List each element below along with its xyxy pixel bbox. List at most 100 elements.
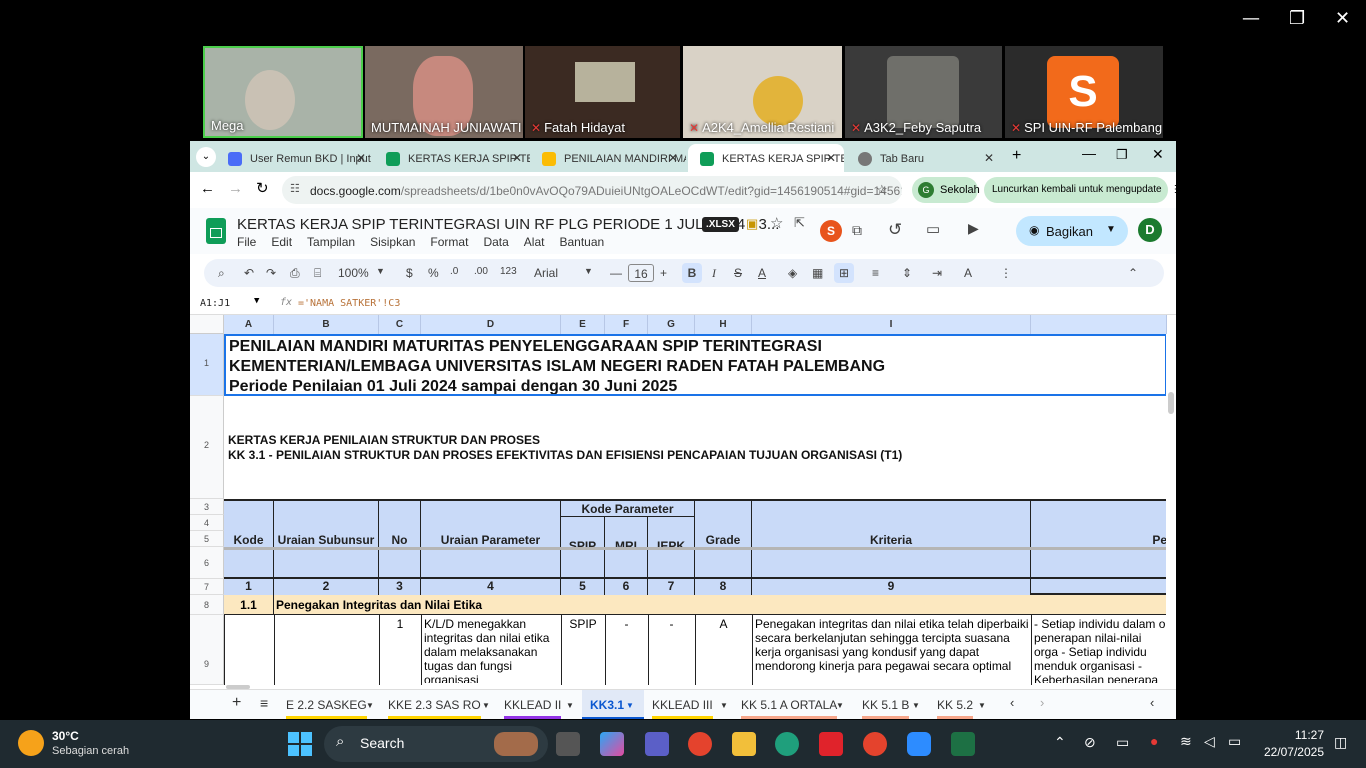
tab-user-remun[interactable]: User Remun BKD | Input ✕ [216, 144, 374, 172]
column-header-a[interactable]: A [224, 315, 274, 334]
chevron-down-icon[interactable]: ▼ [978, 701, 986, 710]
row-grade[interactable]: A [695, 617, 752, 631]
scroll-thumb[interactable] [1168, 392, 1174, 414]
row-header-4[interactable]: 4 [190, 515, 224, 531]
relaunch-button[interactable]: Luncurkan kembali untuk mengupdate ⋮ [984, 177, 1176, 203]
strikethrough-button[interactable]: S [734, 266, 742, 280]
percent-button[interactable]: % [428, 266, 439, 280]
tab-new[interactable]: Tab Baru ✕ [846, 144, 1002, 172]
close-icon[interactable]: ✕ [512, 151, 522, 165]
sheet-tab[interactable]: E 2.2 SASKEG [286, 698, 367, 719]
number-format-button[interactable]: 123 [500, 266, 517, 277]
close-icon[interactable]: ✕ [1152, 146, 1164, 163]
sheet-tab[interactable]: KK 5.2 [937, 698, 974, 719]
tab-search-icon[interactable]: ⌄ [196, 147, 216, 167]
new-tab-button[interactable]: + [1012, 147, 1021, 165]
video-tile-5[interactable]: ✕ A3K2_Feby Saputra [845, 46, 1002, 138]
chevron-down-icon[interactable]: ▼ [836, 701, 844, 710]
drive-shortcut-icon[interactable]: ▣ [746, 216, 758, 232]
wrap-icon[interactable]: ⇥ [932, 266, 942, 280]
weather-icon[interactable] [18, 730, 44, 756]
battery-icon[interactable]: ▭ [1228, 733, 1241, 750]
sheet-tab[interactable]: KKE 2.3 SAS RO [388, 698, 481, 719]
all-sheets-icon[interactable]: ≡ [260, 695, 268, 711]
excel-icon[interactable] [951, 732, 975, 756]
move-icon[interactable]: ⇱ [794, 215, 805, 231]
spreadsheet-grid[interactable]: A B C D E F G H I 1 2 3 4 5 6 7 8 9 PENI… [190, 315, 1176, 685]
section-kode[interactable]: 1.1 [224, 595, 274, 615]
cast-icon[interactable]: ▭ [1116, 734, 1129, 751]
user-avatar[interactable]: D [1138, 218, 1162, 242]
print-icon[interactable]: ⎙ [290, 266, 300, 281]
chrome-icon[interactable] [688, 732, 712, 756]
number-cell[interactable]: 3 [379, 579, 421, 595]
font-size-decrease-button[interactable]: — [610, 266, 622, 280]
scroll-left-icon[interactable]: ‹ [1010, 695, 1014, 710]
row-mri[interactable]: - [605, 617, 648, 631]
restore-button[interactable]: ❐ [1289, 8, 1305, 29]
menu-file[interactable]: File [237, 235, 256, 249]
menu-data[interactable]: Data [483, 235, 508, 249]
row-header-5[interactable]: 5 [190, 531, 224, 547]
minimize-button[interactable]: — [1242, 8, 1260, 29]
close-icon[interactable]: ✕ [984, 151, 994, 165]
chevron-down-icon[interactable]: ▼ [566, 701, 574, 710]
menu-edit[interactable]: Edit [271, 235, 292, 249]
weather-temp[interactable]: 30°C [52, 729, 79, 743]
scroll-right-icon[interactable]: › [1040, 695, 1044, 710]
file-explorer-icon[interactable] [732, 732, 756, 756]
back-icon[interactable]: ← [200, 180, 215, 197]
close-button[interactable]: ✕ [1335, 8, 1350, 29]
search-icon[interactable]: ⌕ [218, 266, 225, 281]
italic-button[interactable]: I [712, 266, 716, 281]
formula-input[interactable]: ='NAMA SATKER'!C3 [298, 298, 400, 309]
align-icon[interactable]: ≡ [872, 266, 879, 280]
collaborator-avatar[interactable]: S [820, 220, 842, 242]
row-header-1[interactable]: 1 [190, 334, 224, 396]
copilot-icon[interactable] [600, 732, 624, 756]
header-no[interactable]: No [379, 501, 421, 577]
chevron-down-icon[interactable]: ▼ [720, 701, 728, 710]
meet-present-icon[interactable]: ⧉ [852, 222, 862, 239]
font-chevron-icon[interactable]: ▼ [584, 266, 593, 276]
url-input[interactable]: ☷ docs.google.com/spreadsheets/d/1be0n0v… [282, 176, 902, 204]
network-icon[interactable]: ⊘ [1084, 734, 1096, 751]
font-size-input[interactable]: 16 [628, 264, 654, 282]
name-box[interactable]: A1:J1 [200, 298, 230, 309]
name-box-chevron-icon[interactable]: ▼ [254, 296, 259, 306]
close-icon[interactable]: ✕ [826, 151, 836, 165]
chevron-down-icon[interactable]: ▼ [482, 701, 490, 710]
chevron-down-icon[interactable]: ▼ [366, 701, 374, 710]
decrease-decimal-button[interactable]: .0 [450, 266, 458, 277]
bold-button[interactable]: B [682, 263, 702, 283]
fill-color-icon[interactable]: ◈ [788, 266, 797, 280]
merge-cells-icon[interactable]: ⊞ [834, 263, 854, 283]
text-color-button[interactable]: A [758, 266, 766, 280]
zoom-icon[interactable] [907, 732, 931, 756]
tray-chevron-icon[interactable]: ⌃ [1054, 734, 1066, 751]
redo-icon[interactable]: ↷ [266, 266, 276, 280]
column-header-j[interactable] [1031, 315, 1167, 334]
start-windows-icon[interactable] [288, 732, 312, 756]
row-header-9[interactable]: 9 [190, 615, 224, 685]
frozen-row-divider[interactable] [224, 547, 1167, 550]
wps-icon[interactable] [819, 732, 843, 756]
edge-icon[interactable] [775, 732, 799, 756]
profile-button[interactable]: G Sekolah [912, 177, 980, 203]
tab-kertas-kerja-active[interactable]: KERTAS KERJA SPIP TERIN✕ [688, 144, 844, 172]
column-header-g[interactable]: G [648, 315, 695, 334]
minimize-icon[interactable]: — [1082, 145, 1096, 161]
increase-decimal-button[interactable]: .00 [474, 266, 488, 277]
taskbar-search-input[interactable]: ⌕ Search [324, 726, 548, 762]
menu-view[interactable]: Tampilan [307, 235, 355, 249]
site-info-icon[interactable]: ☷ [290, 182, 300, 195]
volume-icon[interactable]: ◁ [1204, 733, 1215, 750]
menu-insert[interactable]: Sisipkan [370, 235, 415, 249]
weather-desc[interactable]: Sebagian cerah [52, 745, 129, 757]
subtitle-cell[interactable]: KERTAS KERJA PENILAIAN STRUKTUR DAN PROS… [224, 433, 1167, 473]
tab-kertas-kerja-1[interactable]: KERTAS KERJA SPIP TERINT✕ [374, 144, 530, 172]
number-cell[interactable]: 8 [695, 579, 752, 595]
bookmark-star-icon[interactable]: ☆ [876, 182, 888, 198]
close-icon[interactable]: ✕ [668, 151, 678, 165]
menu-format[interactable]: Format [430, 235, 468, 249]
